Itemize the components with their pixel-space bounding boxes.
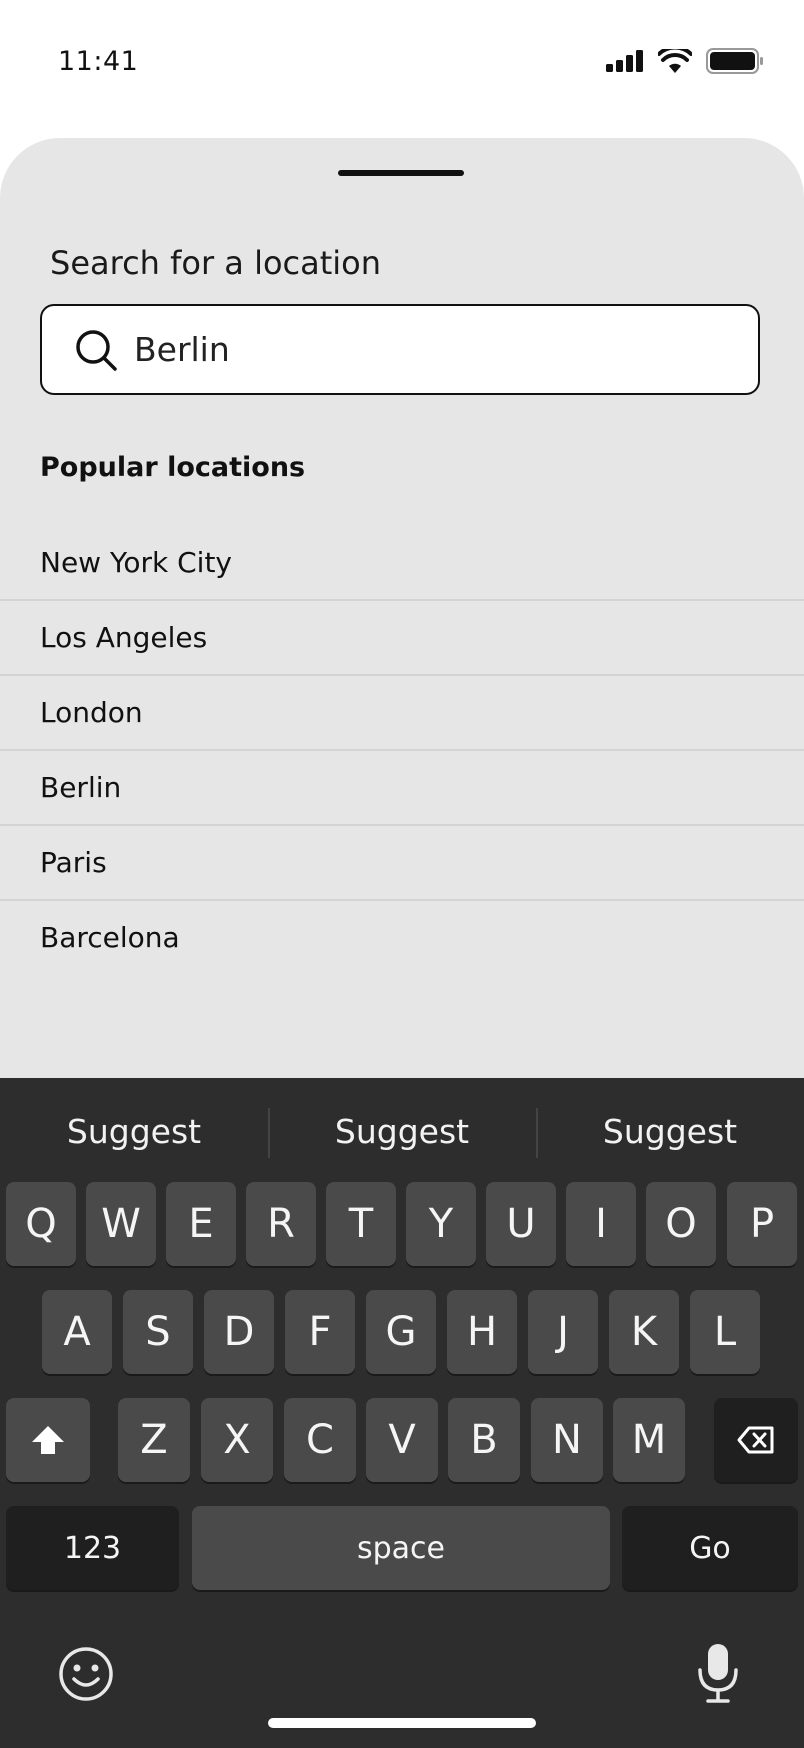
key-h[interactable]: H bbox=[447, 1290, 517, 1374]
suggestion-3[interactable]: Suggest bbox=[536, 1078, 804, 1184]
key-q[interactable]: Q bbox=[6, 1182, 76, 1266]
location-list: New York City Los Angeles London Berlin … bbox=[0, 526, 804, 974]
shift-key[interactable] bbox=[6, 1398, 90, 1482]
key-r[interactable]: R bbox=[246, 1182, 316, 1266]
popular-locations-title: Popular locations bbox=[40, 452, 306, 483]
microphone-icon[interactable] bbox=[696, 1642, 740, 1704]
location-item-paris[interactable]: Paris bbox=[0, 826, 804, 901]
location-item-berlin[interactable]: Berlin bbox=[0, 751, 804, 826]
numbers-key[interactable]: 123 bbox=[6, 1506, 179, 1590]
location-item-los-angeles[interactable]: Los Angeles bbox=[0, 601, 804, 676]
key-o[interactable]: O bbox=[646, 1182, 716, 1266]
search-input[interactable] bbox=[132, 329, 696, 370]
key-t[interactable]: T bbox=[326, 1182, 396, 1266]
key-e[interactable]: E bbox=[166, 1182, 236, 1266]
key-l[interactable]: L bbox=[690, 1290, 760, 1374]
key-p[interactable]: P bbox=[727, 1182, 797, 1266]
location-item-barcelona[interactable]: Barcelona bbox=[0, 901, 804, 974]
key-i[interactable]: I bbox=[566, 1182, 636, 1266]
backspace-icon bbox=[737, 1426, 774, 1454]
location-item-london[interactable]: London bbox=[0, 676, 804, 751]
key-f[interactable]: F bbox=[285, 1290, 355, 1374]
sheet-grabber[interactable] bbox=[338, 170, 464, 176]
status-icons bbox=[606, 48, 764, 74]
sheet-title: Search for a location bbox=[50, 244, 382, 282]
key-u[interactable]: U bbox=[486, 1182, 556, 1266]
status-time: 11:41 bbox=[58, 46, 139, 77]
key-m[interactable]: M bbox=[613, 1398, 685, 1482]
status-bar: 11:41 bbox=[0, 0, 804, 130]
key-b[interactable]: B bbox=[448, 1398, 520, 1482]
suggestion-1[interactable]: Suggest bbox=[0, 1078, 268, 1184]
key-y[interactable]: Y bbox=[406, 1182, 476, 1266]
wifi-icon bbox=[658, 49, 692, 73]
key-z[interactable]: Z bbox=[118, 1398, 190, 1482]
shift-arrow-icon bbox=[32, 1426, 64, 1454]
key-d[interactable]: D bbox=[204, 1290, 274, 1374]
search-icon bbox=[76, 329, 117, 371]
go-key[interactable]: Go bbox=[622, 1506, 798, 1590]
key-w[interactable]: W bbox=[86, 1182, 156, 1266]
search-box[interactable] bbox=[40, 304, 760, 395]
space-key[interactable]: space bbox=[192, 1506, 610, 1590]
key-g[interactable]: G bbox=[366, 1290, 436, 1374]
key-s[interactable]: S bbox=[123, 1290, 193, 1374]
key-x[interactable]: X bbox=[201, 1398, 273, 1482]
key-k[interactable]: K bbox=[609, 1290, 679, 1374]
smiley-icon[interactable] bbox=[58, 1646, 114, 1702]
cellular-signal-icon bbox=[606, 50, 643, 72]
key-c[interactable]: C bbox=[284, 1398, 356, 1482]
keyboard: Suggest Suggest Suggest Q W E R T Y U I … bbox=[0, 1078, 804, 1748]
location-item-new-york-city[interactable]: New York City bbox=[0, 526, 804, 601]
suggestion-2[interactable]: Suggest bbox=[268, 1078, 536, 1184]
key-j[interactable]: J bbox=[528, 1290, 598, 1374]
key-n[interactable]: N bbox=[531, 1398, 603, 1482]
home-indicator bbox=[268, 1718, 536, 1728]
location-sheet: Search for a location Popular locations … bbox=[0, 138, 804, 1078]
key-v[interactable]: V bbox=[366, 1398, 438, 1482]
battery-icon bbox=[706, 48, 763, 74]
suggestion-bar: Suggest Suggest Suggest bbox=[0, 1078, 804, 1184]
key-a[interactable]: A bbox=[42, 1290, 112, 1374]
backspace-key[interactable] bbox=[714, 1398, 798, 1482]
